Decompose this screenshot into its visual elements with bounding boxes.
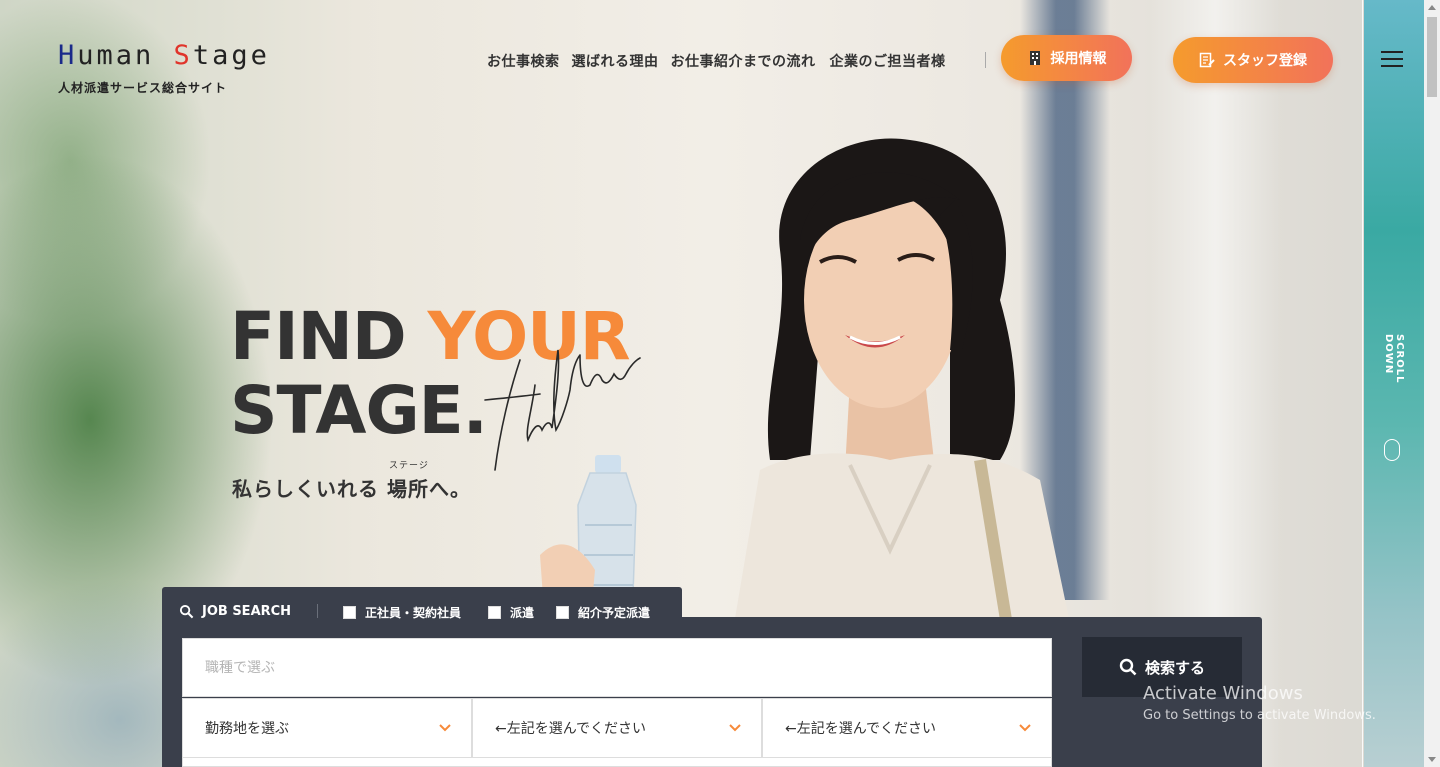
nav-reasons[interactable]: 選ばれる理由 [572, 51, 659, 71]
recruit-info-button[interactable]: 採用情報 [1001, 35, 1132, 81]
staff-register-button[interactable]: スタッフ登録 [1173, 37, 1333, 83]
hamburger-menu-icon[interactable] [1381, 49, 1403, 69]
checkbox-box[interactable] [556, 606, 569, 619]
checkbox-fulltime[interactable]: 正社員・契約社員 [343, 604, 461, 621]
scroll-up-arrow-icon[interactable] [1428, 5, 1436, 10]
nav-job-search[interactable]: お仕事検索 [487, 51, 560, 71]
main-nav: お仕事検索 選ばれる理由 お仕事紹介までの流れ 企業のご担当者様 [487, 51, 946, 71]
mouse-icon [1384, 439, 1400, 461]
next-row-field[interactable] [182, 758, 1052, 767]
chevron-down-icon [439, 724, 451, 732]
nav-for-companies[interactable]: 企業のご担当者様 [830, 51, 946, 71]
logo[interactable]: Human Stage 人材派遣サービス総合サイト [58, 40, 270, 96]
checkbox-temp-to-hire[interactable]: 紹介予定派遣 [556, 604, 650, 621]
nav-divider [985, 52, 986, 68]
job-search-label: JOB SEARCH [179, 604, 291, 619]
building-icon [1029, 51, 1040, 65]
staff-register-label: スタッフ登録 [1223, 53, 1307, 69]
search-icon [179, 604, 194, 619]
vertical-scrollbar[interactable] [1424, 0, 1440, 767]
scroll-down-arrow-icon[interactable] [1428, 757, 1436, 762]
job-type-input[interactable] [182, 638, 1052, 697]
watermark-title: Activate Windows [1143, 683, 1303, 704]
sub-area-select[interactable]: ←左記を選んでください [762, 698, 1052, 758]
nav-flow[interactable]: お仕事紹介までの流れ [671, 51, 816, 71]
chevron-down-icon [1019, 724, 1031, 732]
scrollbar-thumb[interactable] [1427, 17, 1437, 97]
form-edit-icon [1199, 52, 1215, 68]
checkbox-dispatch[interactable]: 派遣 [488, 604, 534, 621]
script-find-new [484, 349, 641, 471]
area-select[interactable]: ←左記を選んでください [472, 698, 762, 758]
checkbox-box[interactable] [343, 606, 356, 619]
ruby-text: ステージ [389, 461, 429, 471]
logo-subtitle: 人材派遣サービス総合サイト [58, 81, 228, 95]
background-divider-line [1362, 0, 1363, 767]
headline-find: FIND [230, 298, 428, 375]
tab-divider [317, 604, 318, 618]
watermark-subtitle: Go to Settings to activate Windows. [1143, 708, 1376, 723]
scroll-down-label: SCROLL DOWN [1383, 334, 1405, 384]
checkbox-box[interactable] [488, 606, 501, 619]
hero-tagline: 私らしくいれる 場所へ。 [232, 477, 471, 501]
logo-wordmark: Human Stage [58, 40, 270, 71]
chevron-down-icon [729, 724, 741, 732]
scroll-down-indicator[interactable]: SCROLL DOWN [1383, 334, 1405, 424]
recruit-info-label: 採用情報 [1050, 51, 1107, 67]
windows-activation-watermark: Activate Windows Go to Settings to activ… [1143, 683, 1376, 723]
location-select[interactable]: 勤務地を選ぶ [182, 698, 472, 758]
search-icon [1119, 658, 1137, 676]
